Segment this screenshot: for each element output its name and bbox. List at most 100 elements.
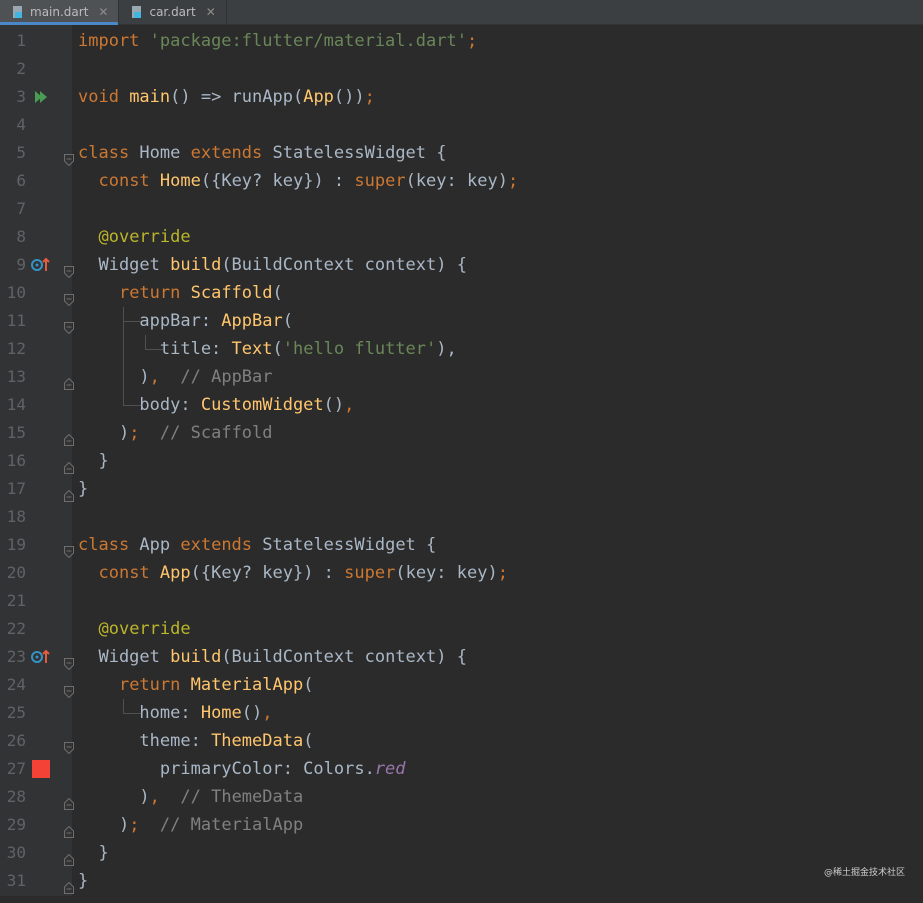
indent-guide	[123, 699, 124, 713]
code-line[interactable]: 1import 'package:flutter/material.dart';	[0, 27, 923, 55]
code-line[interactable]: 9 Widget build(BuildContext context) {	[0, 251, 923, 279]
code-line[interactable]: 16 }	[0, 447, 923, 475]
code-line[interactable]: 7	[0, 195, 923, 223]
line-number: 28	[0, 783, 26, 811]
code-line[interactable]: 29 ); // MaterialApp	[0, 811, 923, 839]
tab-main-dart[interactable]: main.dart ✕	[0, 0, 119, 24]
fold-end-icon[interactable]	[64, 455, 74, 467]
code-line[interactable]: 31}	[0, 867, 923, 895]
code-line[interactable]: 26 theme: ThemeData(	[0, 727, 923, 755]
line-number: 21	[0, 587, 26, 615]
code-text: theme: ThemeData(	[78, 727, 313, 755]
code-line[interactable]: 5class Home extends StatelessWidget {	[0, 139, 923, 167]
code-token: @override	[98, 227, 190, 247]
code-line[interactable]: 20 const App({Key? key}) : super(key: ke…	[0, 559, 923, 587]
code-text: }	[78, 475, 88, 503]
close-tab-icon[interactable]: ✕	[98, 5, 108, 19]
code-token: }	[78, 479, 88, 499]
fold-end-icon[interactable]	[64, 427, 74, 439]
code-line[interactable]: 13 ), // AppBar	[0, 363, 923, 391]
fold-end-icon[interactable]	[64, 847, 74, 859]
code-line[interactable]: 19class App extends StatelessWidget {	[0, 531, 923, 559]
code-token: 'hello flutter'	[283, 339, 437, 359]
code-token: (	[272, 339, 282, 359]
line-number: 9	[0, 251, 26, 279]
code-editor[interactable]: 1import 'package:flutter/material.dart';…	[0, 25, 923, 896]
fold-start-icon[interactable]	[64, 679, 74, 691]
code-token: Home	[139, 143, 190, 163]
code-text: ); // MaterialApp	[78, 811, 303, 839]
code-line[interactable]: 15 ); // Scaffold	[0, 419, 923, 447]
code-text: body: CustomWidget(),	[78, 391, 354, 419]
line-number: 17	[0, 475, 26, 503]
code-text: Widget build(BuildContext context) {	[78, 643, 467, 671]
code-line[interactable]: 22 @override	[0, 615, 923, 643]
code-line[interactable]: 24 return MaterialApp(	[0, 671, 923, 699]
code-token: ),	[436, 339, 456, 359]
close-tab-icon[interactable]: ✕	[206, 5, 216, 19]
code-token: (key: key)	[406, 171, 508, 191]
code-token: @override	[98, 619, 190, 639]
code-token: (	[283, 311, 293, 331]
code-line[interactable]: 10 return Scaffold(	[0, 279, 923, 307]
line-number: 22	[0, 615, 26, 643]
code-token: ({Key? key}) :	[201, 171, 355, 191]
code-text: @override	[78, 615, 191, 643]
code-line[interactable]: 23 Widget build(BuildContext context) {	[0, 643, 923, 671]
code-text: Widget build(BuildContext context) {	[78, 251, 467, 279]
tab-car-dart[interactable]: car.dart ✕	[119, 0, 226, 24]
code-line[interactable]: 2	[0, 55, 923, 83]
fold-end-icon[interactable]	[64, 791, 74, 803]
code-token: primaryColor: Colors.	[78, 759, 375, 779]
code-line[interactable]: 21	[0, 587, 923, 615]
color-swatch-icon[interactable]	[31, 755, 55, 783]
line-number: 31	[0, 867, 26, 895]
code-line[interactable]: 27 primaryColor: Colors.red	[0, 755, 923, 783]
code-token: main	[129, 87, 170, 107]
code-token: ,	[262, 703, 272, 723]
code-token: ())	[334, 87, 365, 107]
code-token: }	[78, 871, 88, 891]
override-marker-icon[interactable]	[31, 643, 55, 671]
code-token: const	[98, 171, 159, 191]
fold-start-icon[interactable]	[64, 147, 74, 159]
fold-end-icon[interactable]	[64, 819, 74, 831]
code-token: StatelessWidget {	[262, 535, 436, 555]
code-line[interactable]: 17}	[0, 475, 923, 503]
code-line[interactable]: 12 title: Text('hello flutter'),	[0, 335, 923, 363]
code-token: }	[78, 451, 109, 471]
fold-start-icon[interactable]	[64, 539, 74, 551]
code-token	[160, 787, 180, 807]
code-text: ); // Scaffold	[78, 419, 273, 447]
run-icon[interactable]	[31, 83, 55, 111]
code-token: Scaffold	[191, 283, 273, 303]
indent-guide	[145, 335, 146, 349]
code-token: )	[78, 423, 129, 443]
override-marker-icon[interactable]	[31, 251, 55, 279]
line-number: 24	[0, 671, 26, 699]
fold-start-icon[interactable]	[64, 259, 74, 271]
code-token: red	[375, 759, 406, 779]
code-line[interactable]: 4	[0, 111, 923, 139]
code-token: ()	[324, 395, 344, 415]
code-text: }	[78, 839, 109, 867]
tab-label: main.dart	[30, 5, 88, 19]
code-line[interactable]: 8 @override	[0, 223, 923, 251]
fold-start-icon[interactable]	[64, 735, 74, 747]
line-number: 2	[0, 55, 26, 83]
watermark: @稀土掘金技术社区	[824, 865, 905, 878]
fold-end-icon[interactable]	[64, 483, 74, 495]
code-line[interactable]: 6 const Home({Key? key}) : super(key: ke…	[0, 167, 923, 195]
code-line[interactable]: 30 }	[0, 839, 923, 867]
line-number: 19	[0, 531, 26, 559]
code-token: ThemeData	[211, 731, 303, 751]
code-token: App	[303, 87, 334, 107]
fold-end-icon[interactable]	[64, 875, 74, 887]
fold-end-icon[interactable]	[64, 371, 74, 383]
code-line[interactable]: 18	[0, 503, 923, 531]
code-line[interactable]: 3void main() => runApp(App());	[0, 83, 923, 111]
fold-start-icon[interactable]	[64, 315, 74, 327]
code-line[interactable]: 28 ), // ThemeData	[0, 783, 923, 811]
fold-start-icon[interactable]	[64, 651, 74, 663]
fold-start-icon[interactable]	[64, 287, 74, 299]
